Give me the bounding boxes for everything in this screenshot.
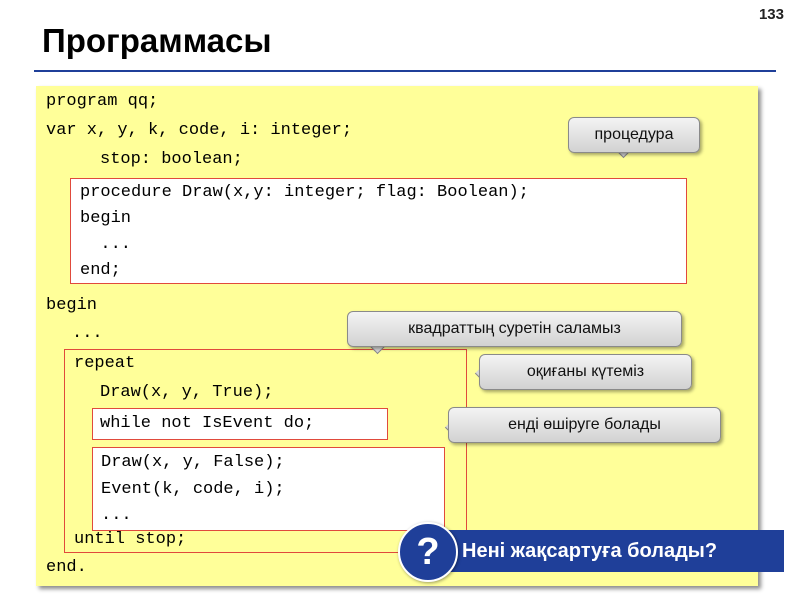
callout-wait-event: оқиғаны күтеміз	[479, 354, 692, 390]
code-line-proc-end: end;	[80, 261, 121, 280]
code-line-proc-begin: begin	[80, 209, 132, 228]
code-line-stop: stop: boolean;	[100, 150, 243, 169]
code-line-event: Event(k, code, i);	[101, 480, 285, 499]
code-line-draw-true: Draw(x, y, True);	[100, 383, 274, 402]
question-banner: Нені жақсартуға болады?	[430, 530, 784, 572]
callout-can-erase: енді өшіруге болады	[448, 407, 721, 443]
slide-title: Программасы	[42, 22, 272, 59]
code-line-begin: begin	[46, 296, 98, 315]
question-text: Нені жақсартуға болады?	[462, 539, 718, 562]
page-number: 133	[758, 6, 784, 23]
code-line-inner-dots: ...	[101, 506, 132, 525]
code-line-until: until stop;	[74, 530, 187, 549]
code-line-dots: ...	[72, 324, 103, 343]
inner-code-box: Draw(x, y, False); Event(k, code, i); ..…	[92, 447, 445, 531]
code-line-var: var x, y, k, code, i: integer;	[46, 121, 353, 140]
code-line-while: while not IsEvent do;	[100, 414, 315, 433]
title-divider	[34, 70, 776, 72]
code-line-program: program qq;	[46, 92, 159, 111]
code-line-proc-dots: ...	[80, 235, 132, 254]
procedure-box: procedure Draw(x,y: integer; flag: Boole…	[70, 178, 687, 284]
code-line-draw-false: Draw(x, y, False);	[101, 453, 285, 472]
while-box: while not IsEvent do;	[92, 408, 388, 440]
code-line-repeat: repeat	[74, 354, 136, 373]
callout-procedure: процедура	[568, 117, 700, 153]
question-mark-icon: ?	[398, 522, 458, 582]
callout-draw-square: квадраттың суретін саламыз	[347, 311, 682, 347]
code-line-procedure: procedure Draw(x,y: integer; flag: Boole…	[80, 183, 529, 202]
code-line-end: end.	[46, 558, 87, 577]
